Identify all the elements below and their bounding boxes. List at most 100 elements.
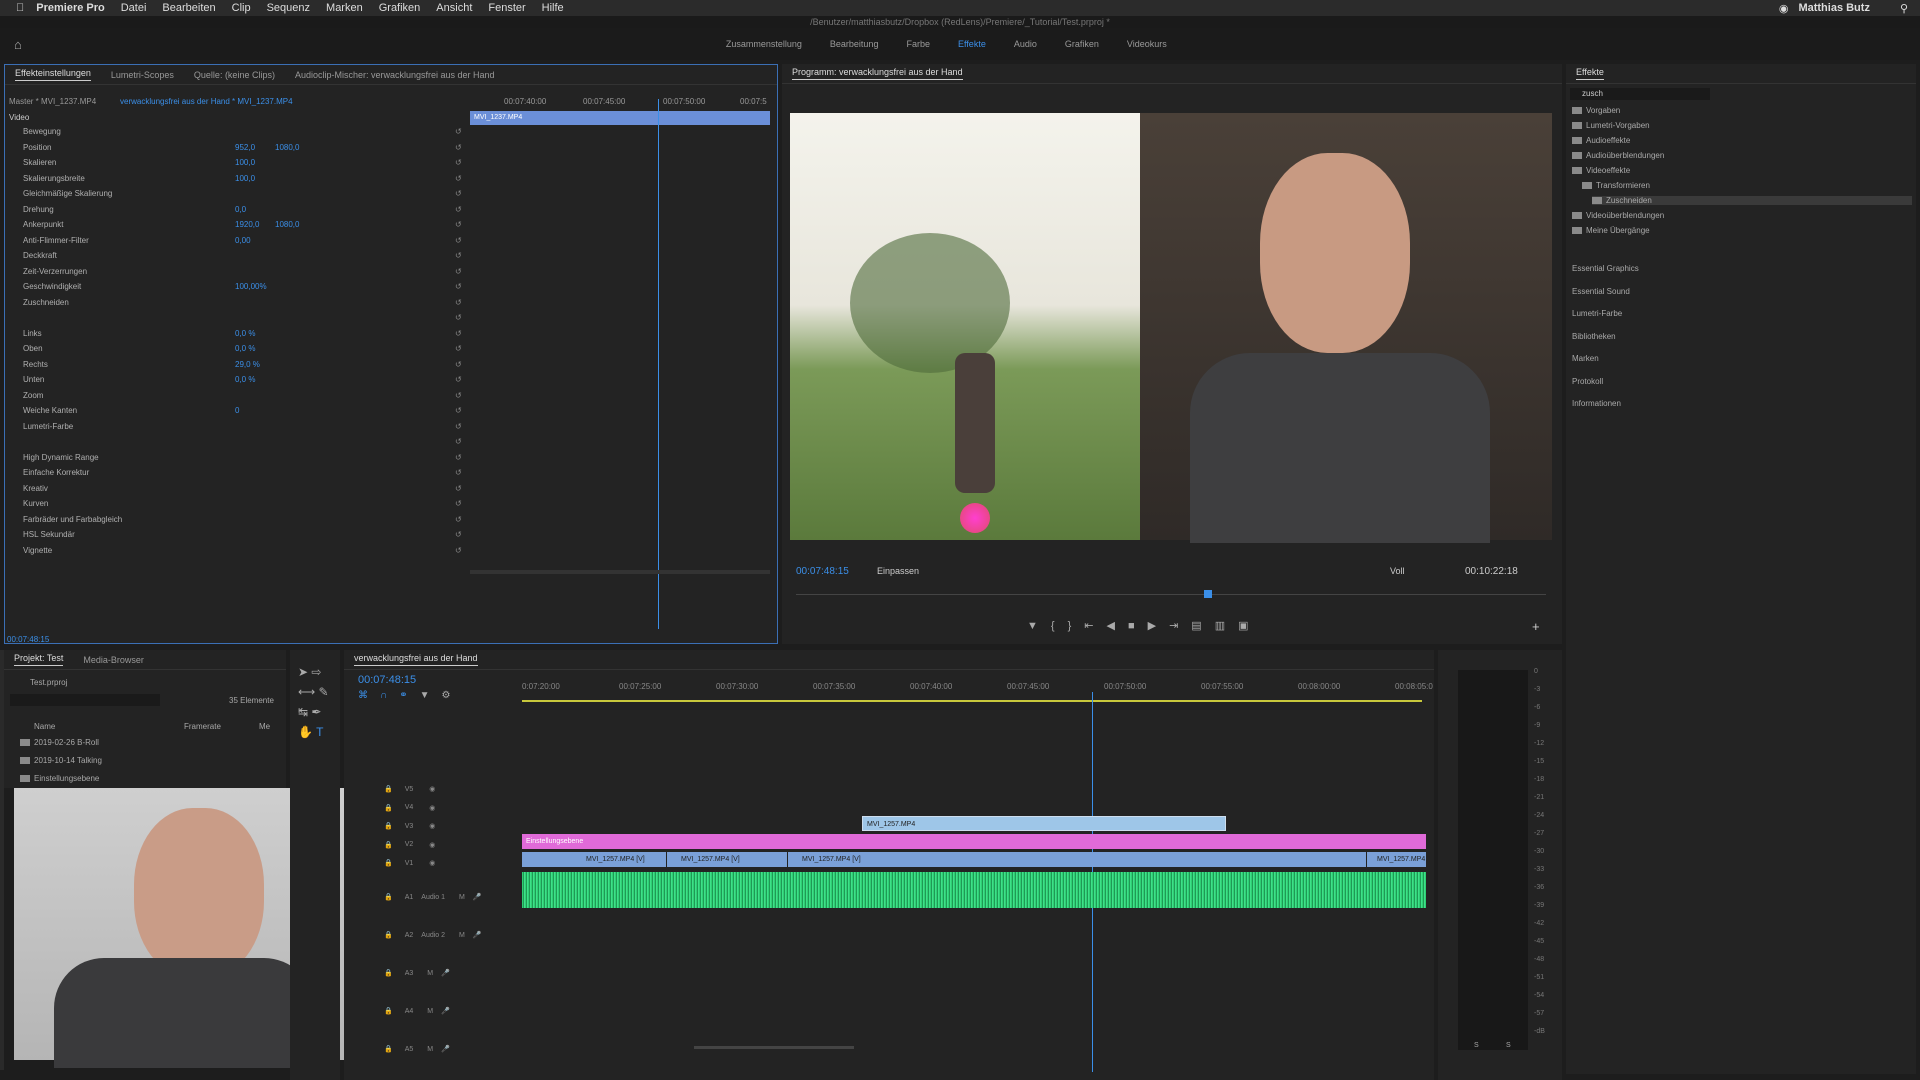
effects-tree-item[interactable]: Meine Übergänge <box>1572 226 1650 235</box>
hand-tool-icon[interactable]: ✋ <box>298 725 313 739</box>
timeline-ruler[interactable]: 0:07:20:00 00:07:25:00 00:07:30:00 00:07:35… <box>522 682 1433 694</box>
lock-icon[interactable]: 🔒 <box>384 1045 393 1053</box>
reset-icon[interactable]: ↺ <box>455 499 462 508</box>
reset-icon[interactable]: ↺ <box>455 437 462 446</box>
clip-v1-c[interactable]: MVI_1257.MP4 [V] <box>788 852 1366 867</box>
spotlight-icon[interactable]: ⚲ <box>1900 2 1908 15</box>
effects-tree-item[interactable]: Transformieren <box>1582 181 1650 190</box>
reset-icon[interactable]: ↺ <box>455 329 462 338</box>
ec-row-value-a[interactable]: 0,0 % <box>235 344 255 353</box>
reset-icon[interactable]: ↺ <box>455 360 462 369</box>
ec-row[interactable]: Deckkraft ↺ <box>5 251 475 264</box>
ec-clip-bar[interactable]: MVI_1237.MP4 <box>470 111 770 125</box>
effects-tree-item[interactable]: Videoüberblendungen <box>1572 211 1664 220</box>
reset-icon[interactable]: ↺ <box>455 375 462 384</box>
mute-icon[interactable]: M <box>459 932 465 939</box>
ec-row[interactable]: Zoom ↺ <box>5 391 475 404</box>
apple-icon[interactable]:  <box>16 2 24 14</box>
reset-icon[interactable]: ↺ <box>455 546 462 555</box>
stop-icon[interactable]: ■ <box>1128 620 1148 632</box>
col-media[interactable]: Me <box>259 722 270 731</box>
tab-media-browser[interactable]: Media-Browser <box>83 655 144 665</box>
lock-icon[interactable]: 🔒 <box>384 822 393 830</box>
mic-icon[interactable]: 🎤 <box>441 969 450 977</box>
ec-row-value-a[interactable]: 1920,0 <box>235 220 259 229</box>
master-clip-label[interactable]: Master * MVI_1237.MP4 <box>9 97 96 106</box>
menu-fenster[interactable]: Fenster <box>488 2 525 14</box>
side-panel-link[interactable]: Lumetri-Farbe <box>1572 309 1622 318</box>
mark-in-icon[interactable]: { <box>1051 620 1068 632</box>
mute-icon[interactable]: M <box>459 894 465 901</box>
ec-row-value-a[interactable]: 0 <box>235 406 239 415</box>
project-item[interactable]: Einstellungsebene <box>20 774 99 783</box>
audio-track-header[interactable]: 🔒 A3 M 🎤 <box>344 956 524 990</box>
ec-row[interactable]: Kurven ↺ <box>5 499 475 512</box>
clip-adjustment-layer[interactable]: Einstellungsebene <box>522 834 1426 849</box>
clip-v3[interactable]: MVI_1257.MP4 <box>862 816 1226 831</box>
audio-clip-a1[interactable] <box>522 872 1426 908</box>
reset-icon[interactable]: ↺ <box>455 251 462 260</box>
eye-icon[interactable]: ◉ <box>429 859 435 867</box>
reset-icon[interactable]: ↺ <box>455 453 462 462</box>
eye-icon[interactable]: ◉ <box>429 822 435 830</box>
program-title[interactable]: Programm: verwacklungsfrei aus der Hand <box>792 67 963 80</box>
reset-icon[interactable]: ↺ <box>455 530 462 539</box>
ec-row[interactable]: Vignette ↺ <box>5 546 475 559</box>
reset-icon[interactable]: ↺ <box>455 267 462 276</box>
slip-tool-icon[interactable]: ↹ <box>298 705 308 719</box>
ec-row-value-a[interactable]: 952,0 <box>235 143 255 152</box>
effects-title[interactable]: Effekte <box>1576 67 1604 80</box>
settings-wrench-icon[interactable]: ⚙ <box>441 690 462 701</box>
effects-tree-item[interactable]: Audioeffekte <box>1572 136 1630 145</box>
reset-icon[interactable]: ↺ <box>455 298 462 307</box>
side-panel-link[interactable]: Bibliotheken <box>1572 332 1616 341</box>
menu-hilfe[interactable]: Hilfe <box>542 2 564 14</box>
clip-v1-a[interactable]: MVI_1257.MP4 [V] <box>522 852 666 867</box>
ec-row[interactable]: Skalierungsbreite 100,0 ↺ <box>5 174 475 187</box>
lock-icon[interactable]: 🔒 <box>384 1007 393 1015</box>
reset-icon[interactable]: ↺ <box>455 282 462 291</box>
sequence-clip-label[interactable]: verwacklungsfrei aus der Hand * MVI_1237… <box>120 97 293 106</box>
ws-effekte[interactable]: Effekte <box>958 39 986 49</box>
ws-farbe[interactable]: Farbe <box>906 39 930 49</box>
ec-row[interactable]: Oben 0,0 % ↺ <box>5 344 475 357</box>
extract-icon[interactable]: ▥ <box>1215 620 1238 632</box>
effects-tree-item[interactable]: Vorgaben <box>1572 106 1620 115</box>
mark-out-icon[interactable]: } <box>1068 620 1085 632</box>
eye-icon[interactable]: ◉ <box>429 804 435 812</box>
menu-grafiken[interactable]: Grafiken <box>379 2 421 14</box>
solo-left[interactable]: S <box>1474 1042 1479 1049</box>
project-search-input[interactable] <box>10 694 160 706</box>
play-icon[interactable]: ▶ <box>1148 620 1169 632</box>
side-panel-link[interactable]: Marken <box>1572 354 1599 363</box>
mic-icon[interactable]: 🎤 <box>441 1007 450 1015</box>
project-item[interactable]: 2019-10-14 Talking <box>20 756 102 765</box>
ripple-tool-icon[interactable]: ⟷ <box>298 685 315 699</box>
reset-icon[interactable]: ↺ <box>455 205 462 214</box>
lock-icon[interactable]: 🔒 <box>384 893 393 901</box>
go-to-out-icon[interactable]: ⇥ <box>1169 620 1191 632</box>
effects-tree-item[interactable]: Lumetri-Vorgaben <box>1572 121 1650 130</box>
ec-row[interactable]: Anti-Flimmer-Filter 0,00 ↺ <box>5 236 475 249</box>
program-playhead[interactable] <box>1204 590 1212 598</box>
timeline-timecode[interactable]: 00:07:48:15 <box>358 674 416 686</box>
ec-row[interactable]: Ankerpunkt 1920,0 1080,0 ↺ <box>5 220 475 233</box>
reset-icon[interactable]: ↺ <box>455 189 462 198</box>
ec-row[interactable]: Unten 0,0 % ↺ <box>5 375 475 388</box>
solo-right[interactable]: S <box>1506 1042 1511 1049</box>
mic-icon[interactable]: 🎤 <box>473 931 482 939</box>
reset-icon[interactable]: ↺ <box>455 391 462 400</box>
video-track-header[interactable]: 🔒 V1 ◉ <box>344 854 524 872</box>
ec-row-value-a[interactable]: 0,00 <box>235 236 251 245</box>
reset-icon[interactable]: ↺ <box>455 143 462 152</box>
ec-row[interactable]: Weiche Kanten 0 ↺ <box>5 406 475 419</box>
side-panel-link[interactable]: Essential Graphics <box>1572 264 1639 273</box>
mute-icon[interactable]: M <box>427 1008 433 1015</box>
selection-tool-icon[interactable]: ➤ <box>298 665 308 679</box>
quality-select[interactable]: Voll <box>1390 566 1405 576</box>
ec-row[interactable]: Kreativ ↺ <box>5 484 475 497</box>
reset-icon[interactable]: ↺ <box>455 344 462 353</box>
ec-row[interactable]: Gleichmäßige Skalierung ↺ <box>5 189 475 202</box>
ec-timecode[interactable]: 00:07:48:15 <box>7 635 49 643</box>
razor-tool-icon[interactable]: ✎ <box>319 685 329 699</box>
